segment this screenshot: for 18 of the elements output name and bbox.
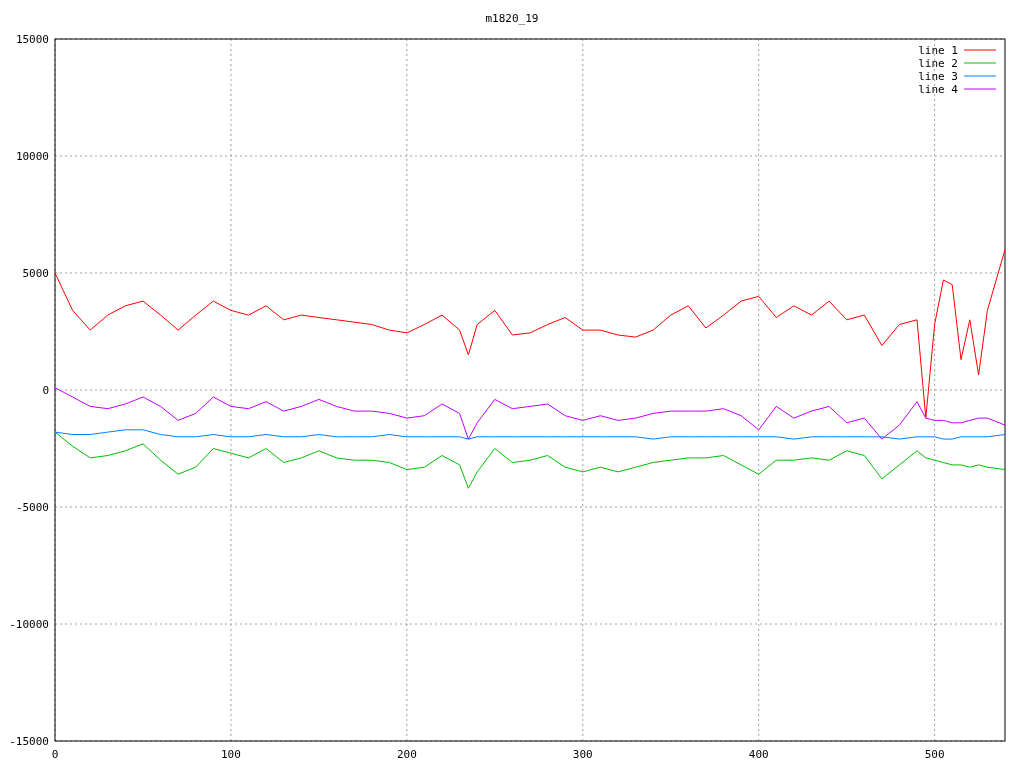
y-tick-label: -5000 — [15, 501, 49, 514]
legend-label: line 3 — [918, 70, 958, 83]
y-tick-label: 0 — [42, 384, 49, 397]
y-tick-label: 10000 — [15, 150, 49, 163]
y-tick-label: 5000 — [22, 267, 49, 280]
y-tick-label: -15000 — [9, 735, 49, 748]
legend-label: line 1 — [918, 44, 958, 57]
y-tick-label: 15000 — [15, 33, 49, 46]
x-tick-label: 500 — [924, 748, 945, 761]
chart-title: m1820_19 — [485, 12, 539, 25]
x-tick-label: 400 — [748, 748, 769, 761]
x-tick-label: 300 — [572, 748, 593, 761]
x-tick-label: 200 — [396, 748, 417, 761]
legend-label: line 4 — [918, 83, 958, 96]
x-tick-label: 100 — [221, 748, 241, 761]
legend-label: line 2 — [918, 57, 958, 70]
y-tick-label: -10000 — [9, 618, 49, 631]
x-tick-label: 0 — [51, 748, 59, 761]
